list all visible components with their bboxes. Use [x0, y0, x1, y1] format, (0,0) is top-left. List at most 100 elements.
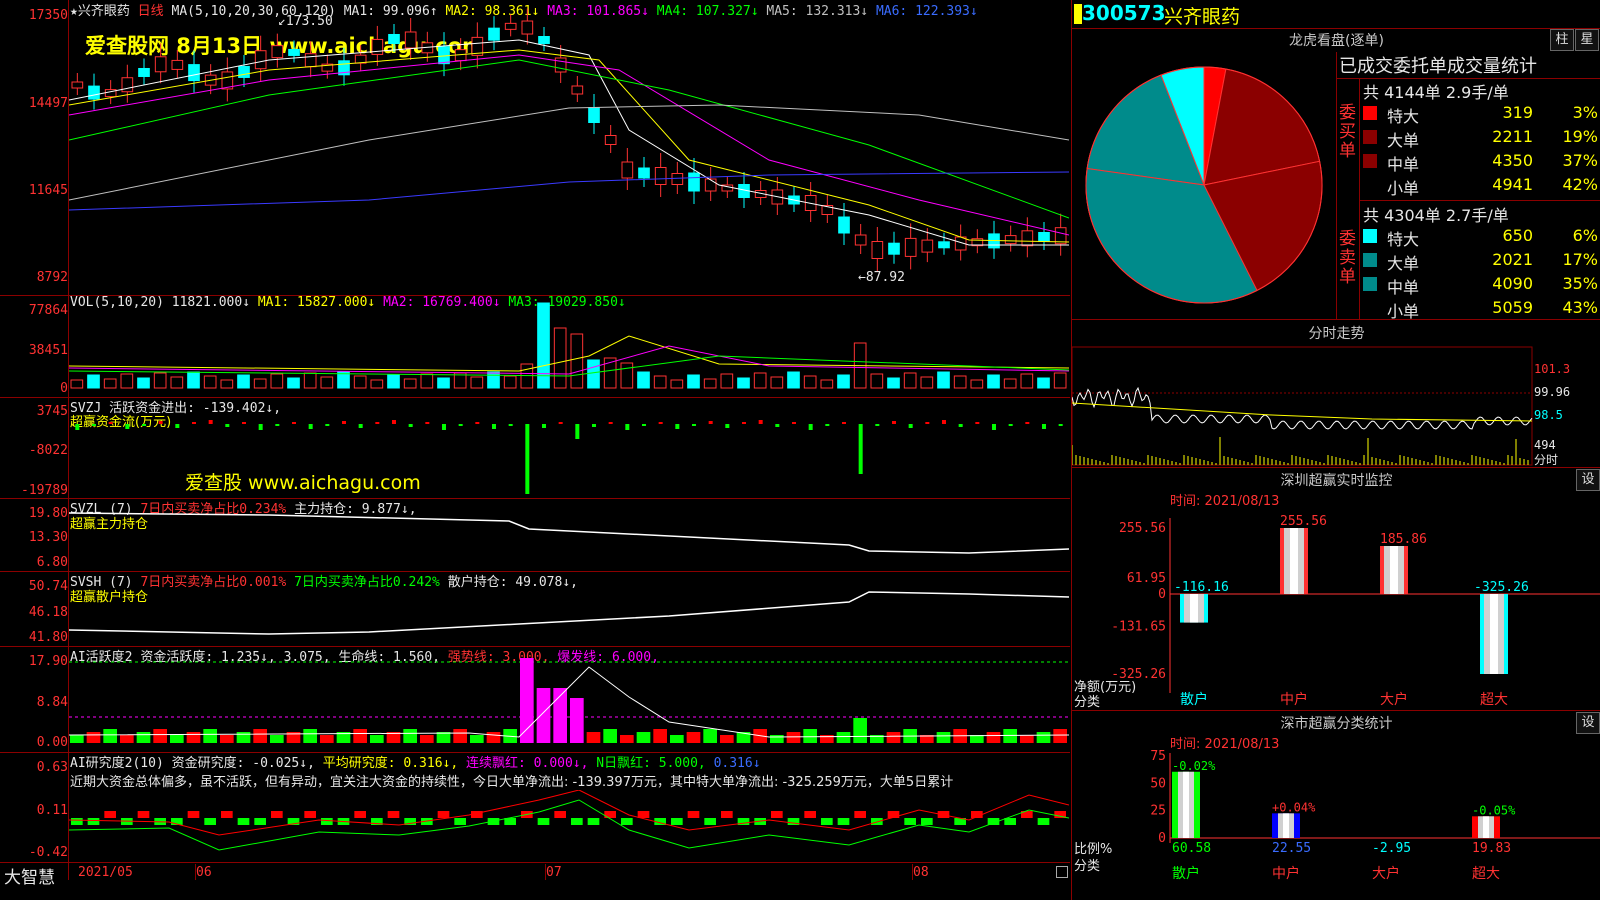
- research-bar: [221, 811, 233, 818]
- research-title: AI研究度2(10): [70, 756, 164, 771]
- volume-bar: [103, 378, 117, 389]
- volume-bar: [553, 327, 567, 389]
- flag-icon: [1074, 4, 1082, 24]
- lhb-title: 龙虎看盘(逐单): [1289, 33, 1384, 49]
- ai-bar: [86, 732, 101, 743]
- row-count: 319: [1502, 103, 1533, 122]
- research-bar: [1004, 818, 1016, 825]
- ai-bar: [970, 735, 984, 743]
- candle-body: [504, 22, 517, 30]
- candle-body: [671, 173, 684, 185]
- volume-bar: [120, 373, 134, 389]
- class-bar: [1172, 771, 1200, 838]
- monitor-bar: [1180, 594, 1208, 623]
- volume-chart[interactable]: [69, 296, 1069, 396]
- svzj-bar: [808, 424, 813, 430]
- research-bar: [571, 818, 583, 825]
- volume-bar: [470, 376, 484, 389]
- stock-title: 兴齐眼药: [1164, 6, 1241, 28]
- ai-bar: [786, 732, 801, 743]
- svzl-line: [69, 512, 1069, 554]
- ai-bar: [320, 735, 334, 743]
- research-bar: [904, 818, 916, 825]
- ai-bar: [936, 732, 951, 743]
- volume-bar: [570, 333, 584, 389]
- lock-icon[interactable]: [1056, 866, 1068, 878]
- monitor-xlabel: 分类: [1074, 695, 1101, 710]
- candle-body: [288, 48, 300, 56]
- row-label: 大单: [1387, 131, 1420, 150]
- ai-bar: [620, 735, 634, 743]
- volume-bar: [987, 374, 1000, 389]
- right-panel: 300573 兴齐眼药 龙虎看盘(逐单) 柱 星 已成交委托单成交量统计 委买单…: [1071, 0, 1600, 900]
- candlestick-chart[interactable]: [69, 0, 1069, 294]
- monitor-title: 深圳超赢实时监控: [1280, 473, 1393, 489]
- svzl-chart[interactable]: [69, 499, 1069, 570]
- volume-bar: [1053, 372, 1067, 389]
- monitor-bar-chart[interactable]: 255.56 61.950 -131.65 -325.26 -116.16 散户 255.5…: [1072, 508, 1600, 708]
- bar-view-button[interactable]: 柱: [1550, 29, 1574, 51]
- intraday-chart[interactable]: [1072, 345, 1600, 467]
- monitor-settings-button[interactable]: 设: [1576, 469, 1600, 491]
- research-bar: [304, 811, 316, 818]
- intraday-tick: 分时: [1534, 453, 1559, 467]
- volume-bar: [153, 372, 167, 389]
- research-line: [69, 799, 1069, 851]
- svzj-bar: [342, 421, 346, 424]
- row-label: 大单: [1387, 254, 1420, 273]
- candle-body: [88, 85, 100, 100]
- y-tick: 3745: [36, 404, 68, 419]
- ai-bar: [370, 735, 384, 743]
- volume-bar: [770, 376, 784, 389]
- ai-bar: [136, 732, 151, 743]
- research-chart[interactable]: [69, 790, 1069, 862]
- buy-summary: 共 4144单 2.9手/单: [1363, 83, 1509, 102]
- svzj-bar: [75, 424, 80, 430]
- class-y-tick: 0: [1158, 831, 1166, 846]
- left-chart-area[interactable]: ★兴齐眼药 日线 MA(5,10,20,30,60,120) MA1: 99.0…: [0, 0, 1070, 900]
- monitor-category-label: 散户: [1180, 691, 1208, 708]
- star-view-button[interactable]: 星: [1575, 29, 1599, 51]
- y-tick: 14497: [28, 96, 68, 111]
- candle-body: [921, 239, 934, 253]
- intraday-title: 分时走势: [1308, 326, 1365, 342]
- class-category-label: 散户: [1172, 865, 1200, 882]
- research-v5: 0.316↓: [713, 756, 761, 771]
- monitor-value-label: 185.86: [1380, 532, 1427, 547]
- svzj-bar: [692, 424, 696, 426]
- svzj-bar: [775, 424, 780, 427]
- candle-body: [71, 81, 84, 89]
- volume-bar: [837, 374, 850, 389]
- svsh-chart[interactable]: [69, 572, 1069, 645]
- volume-bar: [903, 372, 917, 389]
- research-bar: [854, 811, 866, 818]
- svzj-bar: [125, 424, 130, 429]
- svzj-bar: [308, 424, 313, 429]
- svzj-bar: [208, 420, 213, 424]
- class-bar-chart[interactable]: 75 50 25 0 -0.02% 60.58 散户 +0.04% 22.55 中户 -2.95 大户…: [1072, 748, 1600, 900]
- candle-body: [604, 135, 617, 145]
- candle-body: [871, 241, 884, 259]
- y-tick: -0.42: [28, 845, 68, 860]
- svzj-bar: [492, 424, 496, 429]
- volume-bar: [587, 359, 600, 389]
- research-bar: [387, 811, 400, 818]
- volume-bar: [920, 376, 934, 389]
- svzj-bar: [958, 424, 963, 427]
- volume-bar: [753, 372, 767, 389]
- research-bar: [871, 818, 883, 825]
- candle-body: [271, 45, 284, 59]
- volume-bar: [820, 379, 834, 389]
- svzj-bar: [742, 422, 746, 424]
- buy-row: 特大 319 3%: [1363, 103, 1600, 126]
- class-settings-button[interactable]: 设: [1576, 712, 1600, 734]
- y-tick: 17.90: [28, 654, 68, 669]
- row-label: 中单: [1387, 155, 1420, 174]
- volume-bar: [253, 378, 267, 389]
- y-tick: 50.74: [28, 579, 68, 594]
- y-tick: 0.00: [36, 735, 68, 750]
- monitor-y-tick: -131.65: [1111, 619, 1166, 634]
- ai-activity-chart[interactable]: [69, 647, 1069, 751]
- order-pie-chart[interactable]: [1072, 52, 1336, 318]
- class-y-tick: 75: [1150, 749, 1166, 764]
